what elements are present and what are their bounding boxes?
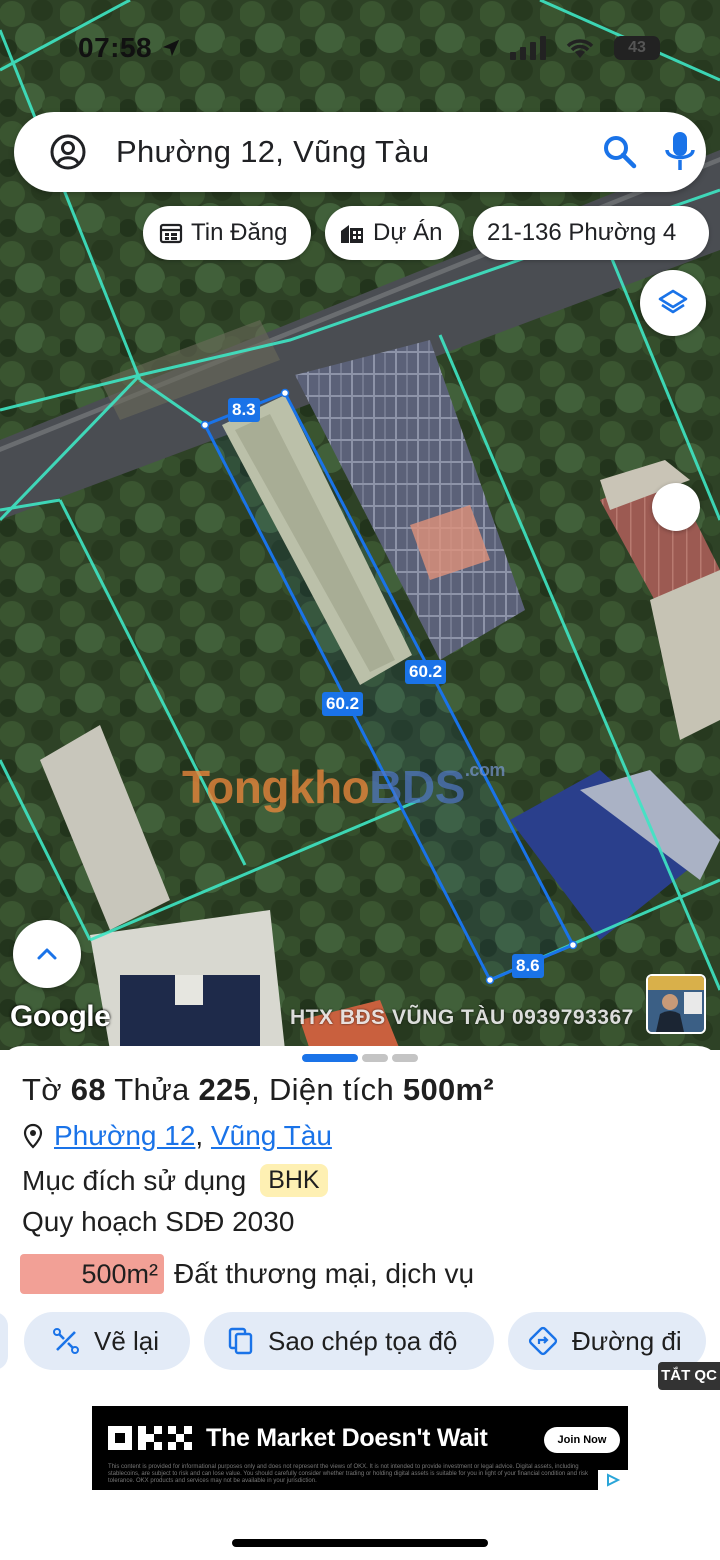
sheet-pager[interactable] [302,1054,418,1062]
building-icon [341,225,363,243]
map-overlay-text: HTX BĐS VŨNG TÀU 0939793367 [290,1006,634,1029]
ad-banner[interactable]: The Market Doesn't Wait Join Now This co… [92,1406,628,1490]
watermark: TongkhoBDS.com [182,760,505,814]
chip-label: Tin Đăng [191,219,288,246]
pager-dot-active [302,1054,358,1062]
okx-logo-icon [108,1424,192,1452]
sheet-number: 68 [70,1072,106,1107]
hide-ads-button[interactable]: TẮT QC [658,1362,720,1390]
map-slider-handle[interactable] [652,483,700,531]
dimension-label-bottom: 8.6 [512,954,544,978]
agent-thumbnail[interactable] [646,974,706,1034]
search-icon[interactable] [600,132,640,172]
zone-type: Đất thương mại, dịch vụ [174,1258,475,1289]
land-use-badge: BHK [260,1164,328,1197]
redraw-button[interactable]: Vẽ lại [24,1312,190,1370]
ad-headline: The Market Doesn't Wait [206,1424,488,1452]
google-logo: Google [10,1000,111,1033]
location-arrow-icon [163,39,180,57]
copy-coordinates-label: Sao chép tọa độ [268,1325,458,1356]
dimension-label-top: 8.3 [228,398,260,422]
chevron-up-icon [37,948,57,960]
ad-fine-print: This content is provided for information… [108,1464,588,1484]
status-time: 07:58 [78,32,182,64]
account-icon[interactable] [48,132,88,172]
plan-label: Quy hoạch SDĐ 2030 [22,1206,295,1237]
expand-sheet-button[interactable] [13,920,81,988]
watermark-main: Tongkho [182,761,370,813]
ad-cta-button[interactable]: Join Now [544,1427,620,1453]
chip-recent-location[interactable]: 21-136 Phường 4 [473,206,709,260]
redraw-icon [53,1328,79,1354]
search-input[interactable]: Phường 12, Vũng Tàu [116,134,429,170]
adchoices-icon[interactable] [598,1470,628,1490]
search-bar[interactable]: Phường 12, Vũng Tàu [14,112,706,192]
land-use-row: Mục đích sử dụng BHK [22,1164,328,1197]
calendar-icon [159,223,183,244]
chip-label: Dự Án [373,219,443,246]
chip-label: 21-136 Phường 4 [487,219,677,246]
home-indicator[interactable] [232,1539,488,1547]
zone-area-swatch: 500m² [20,1254,164,1294]
ward-link[interactable]: Phường 12 [54,1120,195,1152]
status-icons: 43 [510,36,660,60]
zoning-row: 500m² Đất thương mại, dịch vụ [20,1254,474,1294]
satellite-map[interactable]: 8.3 60.2 60.2 8.6 TongkhoBDS.com 07:58 4… [0,0,720,1050]
pager-dot [392,1054,418,1062]
chip-du-an[interactable]: Dự Án [325,206,459,260]
status-bar: 07:58 43 [0,0,720,100]
partial-action-button[interactable] [0,1312,8,1370]
parcel-area: 500m² [402,1072,495,1107]
mic-icon[interactable] [662,130,698,174]
parcel-title: Tờ 68 Thửa 225, Diện tích 500m² [22,1072,495,1107]
watermark-accent: BDS [369,761,465,813]
copy-coordinates-button[interactable]: Sao chép tọa độ [204,1312,494,1370]
directions-icon [528,1326,558,1356]
chip-tin-dang[interactable]: Tin Đăng [143,206,311,260]
battery-icon: 43 [614,36,660,60]
dimension-label-right: 60.2 [405,660,447,684]
dimension-label-left: 60.2 [322,692,364,716]
city-link[interactable]: Vũng Tàu [211,1120,332,1152]
signal-icon [510,36,546,60]
agent-photo [648,976,704,1032]
layers-button[interactable] [640,270,706,336]
location-row: Phường 12, Vũng Tàu [22,1120,332,1152]
parcel-number: 225 [198,1072,252,1107]
directions-label: Đường đi [572,1325,682,1356]
purpose-label: Mục đích sử dụng [22,1164,247,1196]
wifi-icon [566,39,594,58]
pager-dot [362,1054,388,1062]
battery-level: 43 [628,39,646,56]
watermark-sub: .com [464,760,506,780]
pin-icon [23,1123,43,1149]
layers-icon [658,289,688,314]
copy-icon [228,1327,253,1355]
redraw-label: Vẽ lại [94,1325,160,1356]
